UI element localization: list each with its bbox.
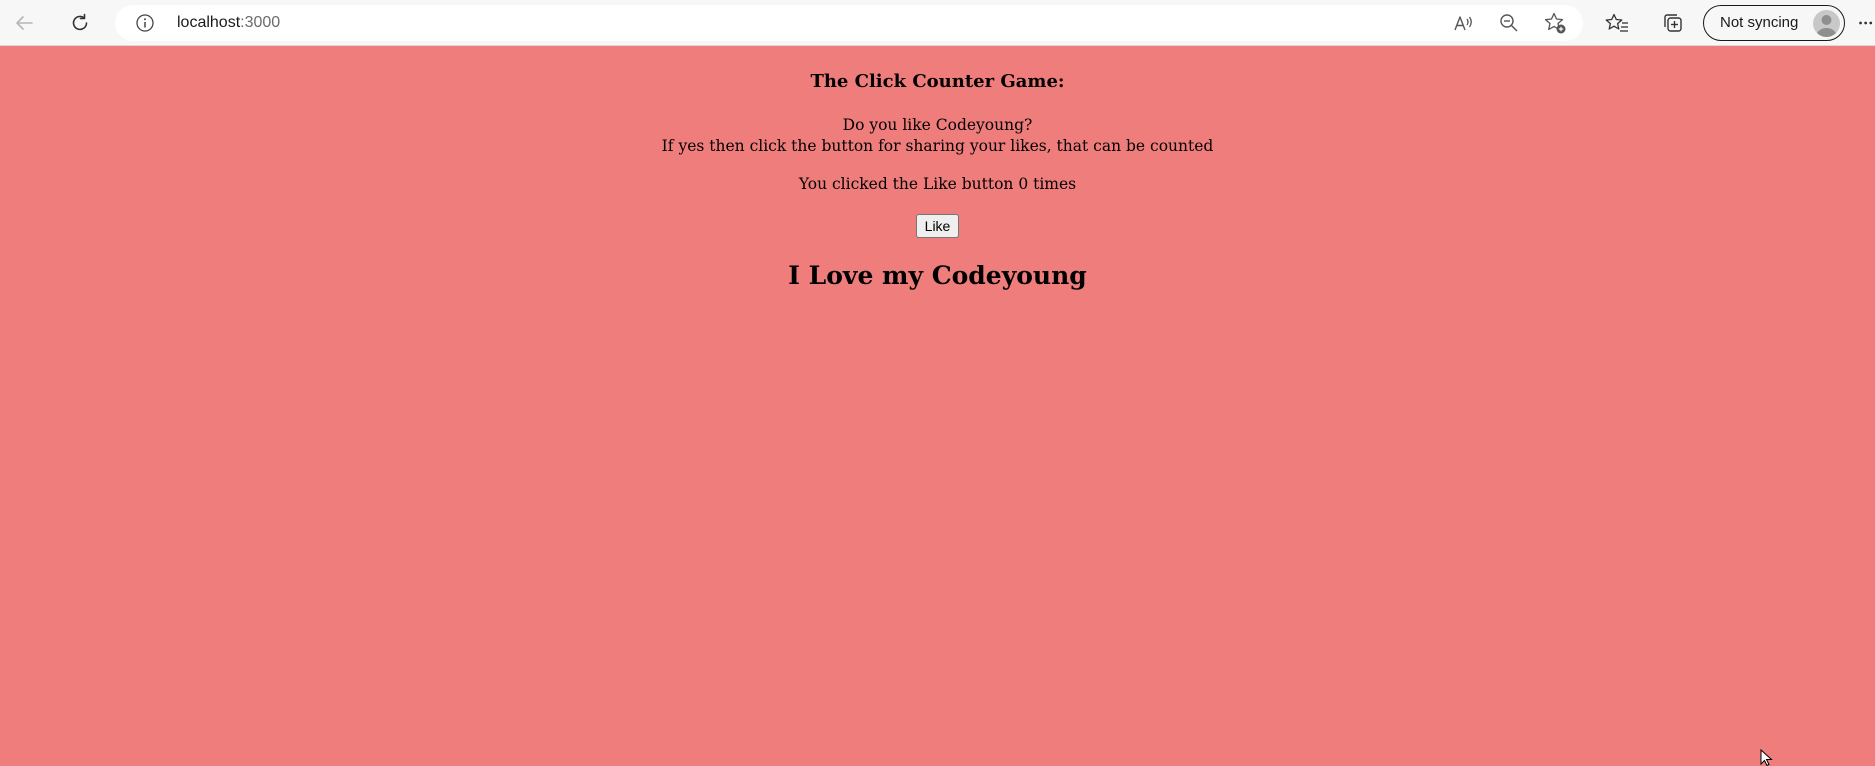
url-port: :3000 [240, 14, 281, 31]
zoom-out-icon[interactable] [1497, 11, 1521, 35]
browser-toolbar: localhost:3000 Not syncing [0, 0, 1875, 46]
profile-label: Not syncing [1720, 14, 1799, 31]
read-aloud-icon[interactable] [1452, 11, 1476, 35]
more-icon[interactable] [1858, 7, 1875, 39]
question-line-2: If yes then click the button for sharing… [661, 137, 1214, 155]
mouse-cursor-icon [1760, 749, 1773, 766]
favorites-icon[interactable] [1601, 7, 1633, 39]
avatar [1813, 10, 1840, 37]
add-favorite-icon[interactable] [1543, 11, 1567, 35]
question-line-1: Do you like Codeyoung? [842, 116, 1033, 134]
profile-button[interactable]: Not syncing [1703, 5, 1845, 41]
info-icon[interactable] [135, 13, 155, 33]
love-heading: I Love my Codeyoung [788, 261, 1087, 290]
url-text[interactable]: localhost:3000 [177, 14, 280, 32]
back-arrow-icon[interactable] [8, 7, 40, 39]
game-title: The Click Counter Game: [810, 71, 1065, 92]
address-bar[interactable]: localhost:3000 [115, 5, 1583, 41]
collections-icon[interactable] [1657, 7, 1689, 39]
refresh-icon[interactable] [64, 7, 96, 39]
like-button[interactable]: Like [915, 214, 960, 238]
click-counter-text: You clicked the Like button 0 times [798, 175, 1077, 193]
url-host: localhost [177, 14, 241, 31]
like-button-container: Like [0, 214, 1875, 238]
question-text: Do you like Codeyoung? If yes then click… [0, 115, 1875, 157]
page-content: The Click Counter Game: Do you like Code… [0, 47, 1875, 766]
